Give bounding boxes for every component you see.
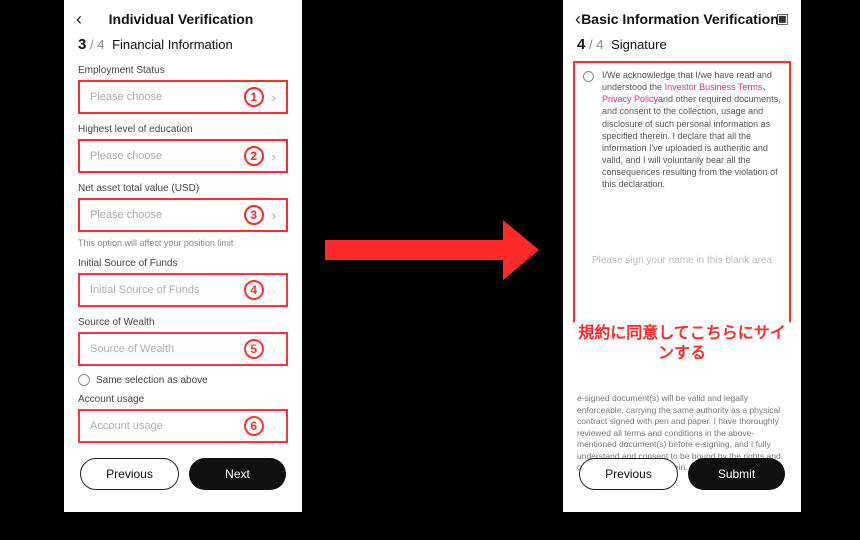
label-employment: Employment Status <box>64 59 302 80</box>
submit-button[interactable]: Submit <box>688 458 785 490</box>
placeholder: Please choose <box>90 91 244 103</box>
annotation-num-6: 6 <box>244 416 264 436</box>
same-selection-label: Same selection as above <box>96 375 208 386</box>
step-total: / 4 <box>589 37 603 52</box>
annotation-num-5: 5 <box>244 339 264 359</box>
page-title: Individual Verification <box>72 11 290 27</box>
step-current: 4 <box>577 36 585 53</box>
chevron-right-icon: › <box>272 149 276 164</box>
ack-text: I/We acknowledge that I/we have read and… <box>602 69 781 190</box>
chevron-right-icon: › <box>272 90 276 105</box>
annotation-num-2: 2 <box>244 146 264 166</box>
label-education: Highest level of education <box>64 118 302 139</box>
same-selection-radio[interactable]: Same selection as above <box>64 370 302 388</box>
annotation-num-1: 1 <box>244 87 264 107</box>
field-education[interactable]: Please choose 2 › <box>78 139 288 173</box>
annotation-num-3: 3 <box>244 205 264 225</box>
link-privacy-policy[interactable]: Privacy Policy <box>602 94 658 104</box>
chevron-right-icon: › <box>272 419 276 434</box>
placeholder: Please choose <box>90 209 244 221</box>
arrow-icon <box>325 220 540 280</box>
helper-networth: This option will affect your position li… <box>64 236 302 252</box>
placeholder: Account usage <box>90 420 244 432</box>
chevron-right-icon: › <box>272 283 276 298</box>
phone-right: ‹ Basic Information Verification ▣ 4 / 4… <box>563 0 801 512</box>
step-current: 3 <box>78 36 86 53</box>
header: ‹ Individual Verification <box>64 0 302 36</box>
label-initial-funds: Initial Source of Funds <box>64 252 302 273</box>
field-networth[interactable]: Please choose 3 › <box>78 198 288 232</box>
page-title: Basic Information Verification <box>571 11 789 27</box>
field-employment[interactable]: Please choose 1 › <box>78 80 288 114</box>
label-account-usage: Account usage <box>64 388 302 409</box>
next-button[interactable]: Next <box>189 458 286 490</box>
button-row: Previous Submit <box>563 444 801 504</box>
label-wealth: Source of Wealth <box>64 311 302 332</box>
step-indicator: 3 / 4 Financial Information <box>64 36 302 59</box>
step-label: Financial Information <box>112 37 233 52</box>
phone-left: ‹ Individual Verification 3 / 4 Financia… <box>64 0 302 512</box>
previous-button[interactable]: Previous <box>80 458 179 490</box>
field-source-wealth[interactable]: Source of Wealth 5 › <box>78 332 288 366</box>
step-label: Signature <box>611 37 667 52</box>
chevron-right-icon: › <box>272 342 276 357</box>
placeholder: Initial Source of Funds <box>90 284 244 296</box>
acknowledgement-box: I/We acknowledge that I/we have read and… <box>573 61 791 328</box>
annotation-num-4: 4 <box>244 280 264 300</box>
label-networth: Net asset total value (USD) <box>64 177 302 198</box>
radio-icon <box>78 374 90 386</box>
step-indicator: 4 / 4 Signature <box>563 36 801 59</box>
header: ‹ Basic Information Verification ▣ <box>563 0 801 36</box>
signature-placeholder: Please sign your name in this blank area <box>592 255 772 266</box>
radio-icon <box>583 71 594 82</box>
chevron-right-icon: › <box>272 208 276 223</box>
ack-radio-row[interactable]: I/We acknowledge that I/we have read and… <box>583 69 781 190</box>
placeholder: Please choose <box>90 150 244 162</box>
field-account-usage[interactable]: Account usage 6 › <box>78 409 288 443</box>
step-total: / 4 <box>90 37 104 52</box>
signature-area[interactable]: Please sign your name in this blank area <box>583 200 781 320</box>
link-business-terms[interactable]: Investor Business Terms <box>665 82 763 92</box>
field-initial-funds[interactable]: Initial Source of Funds 4 › <box>78 273 288 307</box>
placeholder: Source of Wealth <box>90 343 244 355</box>
translate-icon[interactable]: ▣ <box>776 10 789 27</box>
previous-button[interactable]: Previous <box>579 458 678 490</box>
japanese-note: 規約に同意してこちらにサインする <box>573 322 791 366</box>
button-row: Previous Next <box>64 444 302 504</box>
